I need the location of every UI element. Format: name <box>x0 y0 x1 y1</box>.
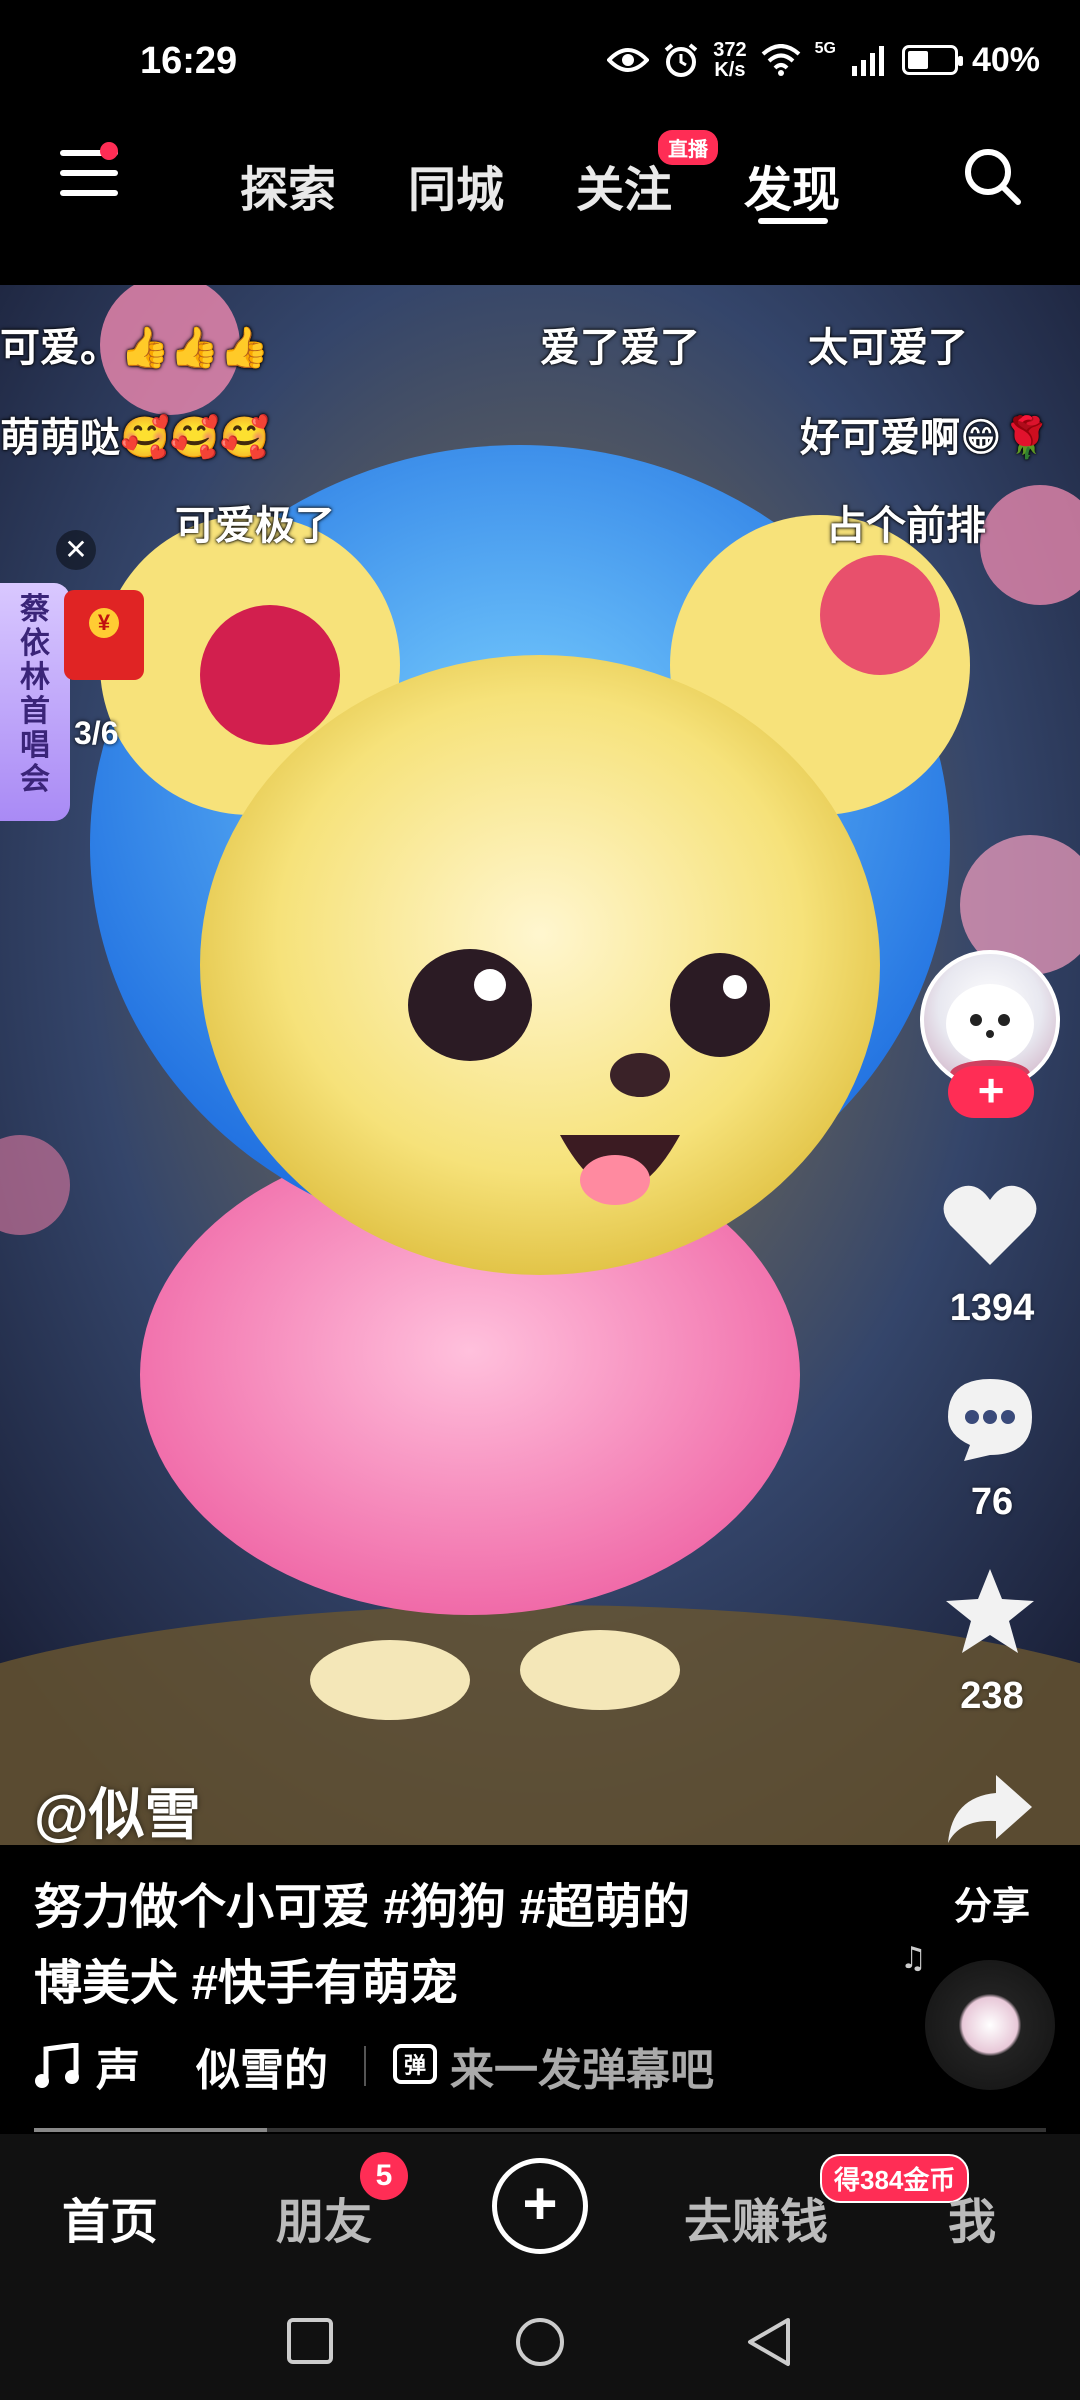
svg-text:弹: 弹 <box>404 2054 426 2079</box>
comment-count: 76 <box>970 1481 1014 1523</box>
star-icon[interactable] <box>942 1565 1038 1657</box>
danmaku-comment: 萌萌哒🥰🥰🥰 <box>0 416 270 460</box>
danmaku-comment: 可爱。👍👍👍 <box>0 326 270 370</box>
danmaku-comment: 可爱极了 <box>175 504 335 548</box>
tab-explore[interactable]: 探索 <box>240 150 336 220</box>
tab-local[interactable]: 同城 <box>408 150 504 220</box>
menu-notification-dot <box>100 142 118 160</box>
network-type: 5G <box>814 40 836 57</box>
status-time: 16:29 <box>140 40 238 82</box>
net-speed-unit: K/s <box>714 59 746 81</box>
top-nav: 探索 同城 关注 直播 发现 <box>0 120 1080 285</box>
system-nav-bar <box>0 2284 1080 2400</box>
danmaku-comment: 好可爱啊😁🌹 <box>800 416 1052 460</box>
share-label: 分享 <box>953 1886 1030 1928</box>
caption-line: 努力做个小可爱 #狗狗 #超萌的 <box>34 1881 691 1934</box>
back-icon[interactable] <box>744 2316 792 2368</box>
comment-icon[interactable] <box>944 1375 1036 1463</box>
music-source[interactable]: 似雪的 <box>196 2034 328 2098</box>
battery-percent: 40% <box>971 40 1040 79</box>
red-packet-count: 3/6 <box>74 715 119 751</box>
svg-text:♫: ♫ <box>900 1941 927 1976</box>
close-icon[interactable]: ✕ <box>56 530 96 570</box>
divider <box>364 2046 366 2086</box>
create-post-button[interactable]: + <box>492 2158 588 2254</box>
status-icons: 372 K/s 5G 40% <box>607 40 1040 80</box>
danmaku-icon[interactable]: 弹 <box>392 2043 438 2089</box>
nav-me[interactable]: 我 <box>948 2182 996 2252</box>
nav-earn[interactable]: 去赚钱 <box>684 2182 828 2252</box>
battery-fill <box>907 51 928 69</box>
video-caption[interactable]: 努力做个小可爱 #狗狗 #超萌的 博美犬 #快手有萌宠 <box>34 1870 814 2022</box>
home-circle-icon[interactable] <box>514 2316 566 2368</box>
bottom-nav: 首页 朋友 5 + 去赚钱 得384金币 我 <box>0 2134 1080 2284</box>
caption-line: 博美犬 #快手有萌宠 <box>34 1957 459 2010</box>
favorite-count: 238 <box>960 1675 1024 1717</box>
concert-promo-label: 蔡依林首唱会 <box>20 593 50 796</box>
tab-following[interactable]: 关注 <box>576 150 672 220</box>
playback-progress-fill <box>34 2128 267 2132</box>
active-tab-indicator <box>758 218 828 224</box>
share-icon[interactable] <box>944 1771 1034 1845</box>
friends-badge: 5 <box>360 2152 408 2200</box>
music-note-icon <box>35 2043 79 2088</box>
battery-icon <box>901 45 963 75</box>
follow-button[interactable]: + <box>948 1066 1034 1118</box>
tab-discover[interactable]: 发现 <box>744 150 840 220</box>
signal-icon <box>851 46 884 76</box>
danmaku-comment: 太可爱了 <box>808 326 968 370</box>
danmaku-input[interactable]: 来一发弹幕吧 <box>450 2034 714 2098</box>
net-speed-value: 372 <box>713 39 747 61</box>
nav-friends[interactable]: 朋友 <box>276 2182 372 2252</box>
recents-icon[interactable] <box>285 2316 335 2366</box>
video-player[interactable]: 可爱。👍👍👍 爱了爱了 太可爱了 萌萌哒🥰🥰🥰 好可爱啊😁🌹 可爱极了 占个前排… <box>0 285 1080 1845</box>
status-bar: 16:29 372 K/s 5G 40% <box>0 0 1080 120</box>
author-name[interactable]: @似雪 <box>34 1770 201 1845</box>
wifi-icon <box>761 44 800 76</box>
alarm-icon <box>664 43 698 77</box>
danmaku-comment: 占个前排 <box>826 504 986 548</box>
live-badge: 直播 <box>658 130 718 165</box>
music-record-icon[interactable] <box>925 1960 1055 2090</box>
red-packet-icon[interactable] <box>64 590 144 680</box>
danmaku-comment: 爱了爱了 <box>540 326 700 370</box>
search-icon[interactable] <box>960 144 1024 208</box>
coin-reward-badge: 得384金币 <box>820 2154 970 2203</box>
concert-promo-badge[interactable]: 蔡依林首唱会 <box>0 583 70 821</box>
playback-progress[interactable] <box>34 2128 1046 2132</box>
heart-icon[interactable] <box>940 1180 1040 1270</box>
music-row: 声 似雪的 弹 来一发弹幕吧 <box>34 2034 714 2098</box>
music-sound-label[interactable]: 声 <box>96 2034 140 2098</box>
net-speed: 372 K/s <box>713 40 746 80</box>
like-count: 1394 <box>949 1287 1035 1329</box>
eye-icon <box>607 48 650 72</box>
nav-home[interactable]: 首页 <box>62 2182 158 2252</box>
